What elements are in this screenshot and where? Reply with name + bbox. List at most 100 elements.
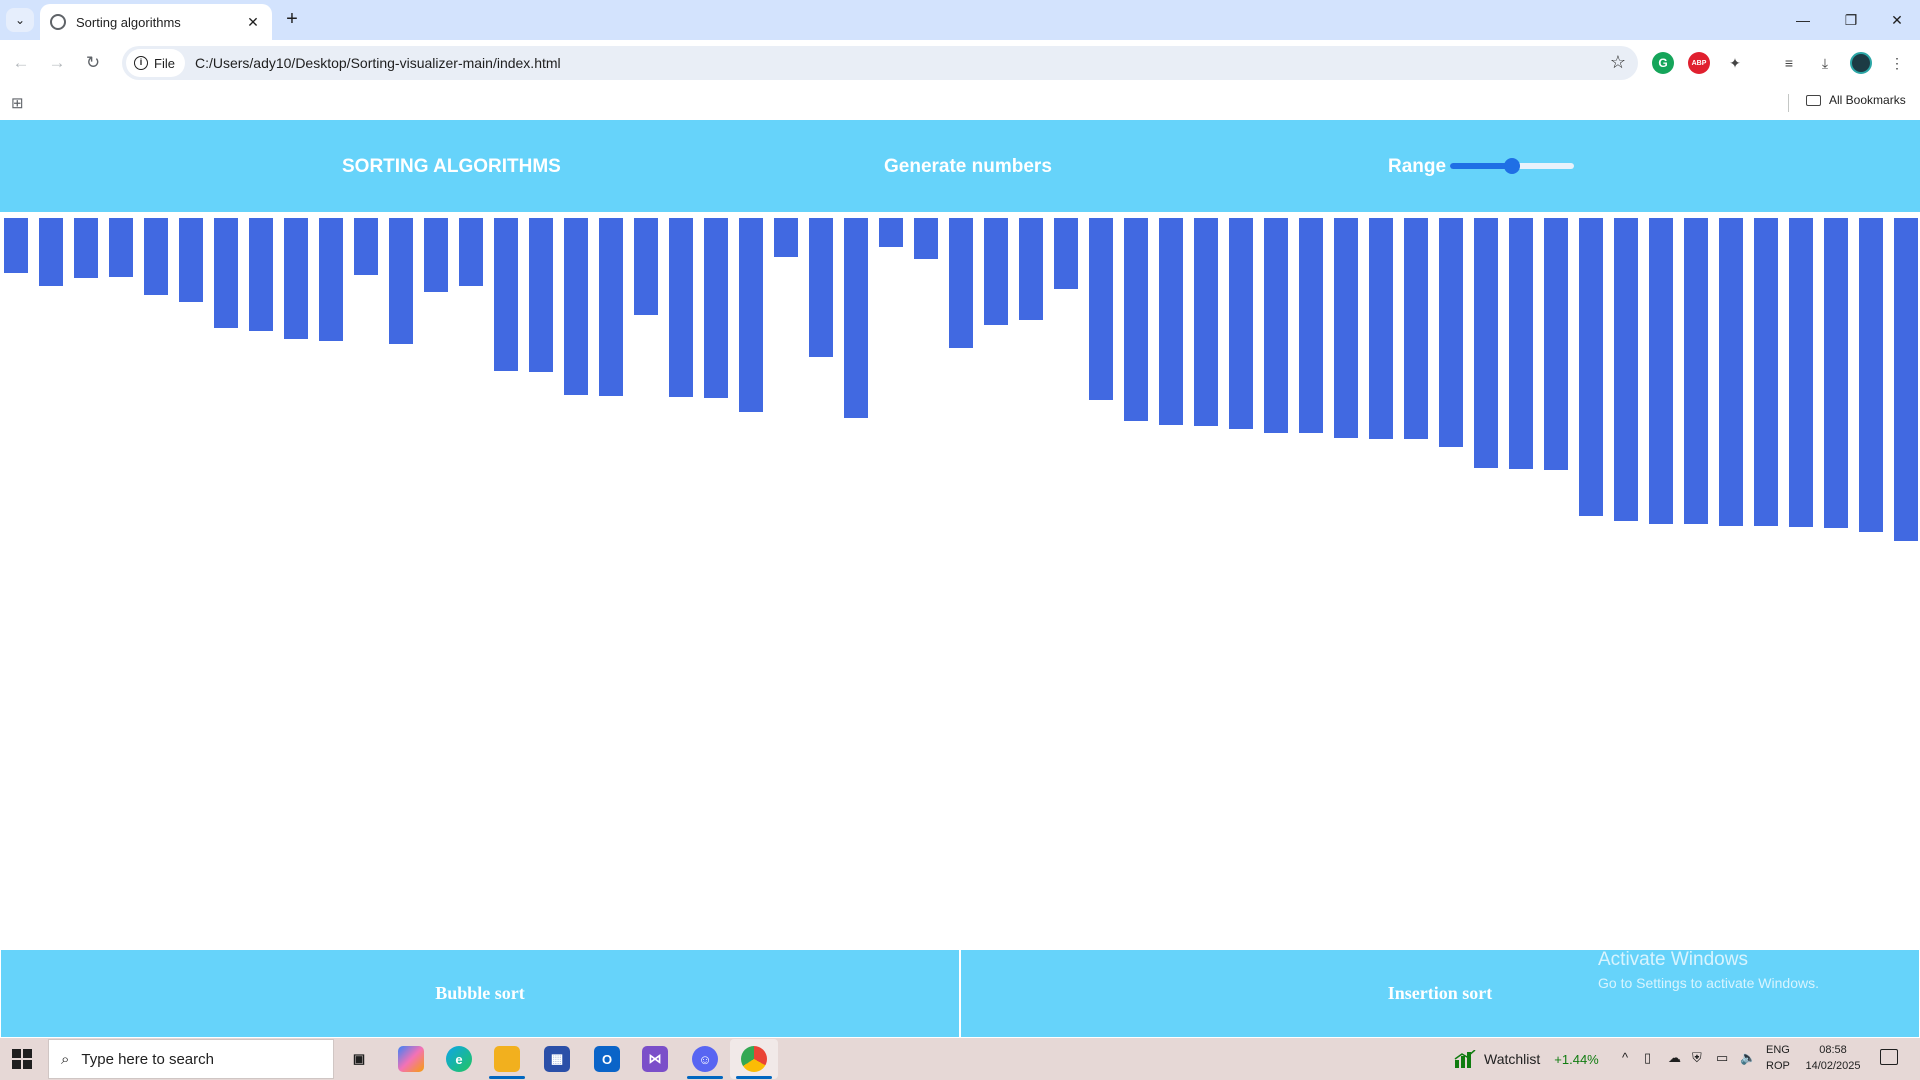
array-bar (1439, 218, 1463, 447)
visual-studio-icon[interactable]: ⋈ (642, 1046, 668, 1072)
array-bar (1299, 218, 1323, 433)
discord-icon[interactable]: ☺ (692, 1046, 718, 1072)
url-text[interactable]: C:/Users/ady10/Desktop/Sorting-visualize… (195, 55, 561, 71)
array-bar (949, 218, 973, 348)
tab-close-icon[interactable]: ✕ (244, 14, 262, 31)
bookmark-star-icon[interactable]: ☆ (1610, 52, 1626, 73)
file-explorer-icon[interactable] (494, 1046, 520, 1072)
array-bar (1124, 218, 1148, 421)
array-bar (1859, 218, 1883, 532)
file-explorer-running-indicator (489, 1076, 525, 1079)
menu-kebab-icon[interactable]: ⋮ (1886, 52, 1908, 74)
array-bar (354, 218, 378, 275)
array-bar (1019, 218, 1043, 320)
show-hidden-icons-chevron-icon[interactable]: ^ (1622, 1050, 1628, 1065)
folder-icon (1806, 94, 1821, 106)
bookmarks-bar: ⊞ All Bookmarks (0, 86, 1920, 120)
grammarly-extension-icon[interactable]: G (1652, 52, 1674, 74)
activate-windows-watermark: Activate Windows Go to Settings to activ… (1598, 949, 1819, 991)
range-slider-thumb[interactable] (1504, 158, 1520, 174)
array-bar (1719, 218, 1743, 526)
array-bar (249, 218, 273, 331)
array-bar (1264, 218, 1288, 433)
globe-icon (50, 14, 66, 30)
array-bar (389, 218, 413, 344)
range-slider[interactable] (1450, 158, 1574, 174)
extensions-puzzle-icon[interactable]: ✦ (1724, 52, 1746, 74)
array-bar (1789, 218, 1813, 527)
array-bar (1579, 218, 1603, 516)
array-bar (1614, 218, 1638, 521)
tray-onedrive-icon[interactable]: ☁ (1668, 1050, 1681, 1066)
array-bar (1159, 218, 1183, 425)
profile-avatar[interactable] (1850, 52, 1872, 74)
search-icon: ⌕ (61, 1050, 70, 1068)
array-bar (599, 218, 623, 396)
close-window-button[interactable]: ✕ (1874, 0, 1920, 40)
array-bar (1474, 218, 1498, 468)
array-bar (284, 218, 308, 339)
tray-volume-icon[interactable]: 🔈 (1740, 1050, 1756, 1066)
tab-sorting-algorithms[interactable]: Sorting algorithms ✕ (40, 4, 272, 40)
all-bookmarks-button[interactable]: All Bookmarks (1806, 93, 1906, 107)
reload-icon[interactable]: ↻ (80, 50, 106, 76)
info-icon: i (134, 56, 148, 70)
array-bar (1824, 218, 1848, 528)
notification-center-icon[interactable] (1880, 1049, 1898, 1065)
site-info-chip[interactable]: i File (126, 49, 185, 77)
clock-date: 14/02/2025 (1805, 1060, 1861, 1072)
array-bar (564, 218, 588, 395)
back-arrow-icon[interactable]: ← (8, 50, 34, 76)
activate-windows-subtitle: Go to Settings to activate Windows. (1598, 975, 1819, 991)
tab-title: Sorting algorithms (76, 14, 181, 30)
bars-container (4, 218, 1920, 658)
array-bar (109, 218, 133, 277)
array-bar (739, 218, 763, 412)
address-bar[interactable]: i File C:/Users/ady10/Desktop/Sorting-vi… (122, 46, 1638, 80)
input-language-indicator[interactable]: ENG ROP (1766, 1042, 1790, 1074)
range-slider-fill (1450, 163, 1512, 169)
tab-search-chevron-icon[interactable]: ⌄ (6, 8, 34, 32)
array-bar (1544, 218, 1568, 470)
array-bar (1404, 218, 1428, 439)
adblock-extension-icon[interactable]: ABP (1688, 52, 1710, 74)
outlook-icon[interactable]: O (594, 1046, 620, 1072)
taskbar-search-box[interactable]: ⌕ Type here to search (48, 1039, 334, 1079)
array-bar (214, 218, 238, 328)
apps-grid-icon[interactable]: ⊞ (11, 94, 24, 112)
restore-button[interactable]: ❐ (1828, 0, 1874, 40)
array-bar (494, 218, 518, 371)
taskbar-clock[interactable]: 08:58 14/02/2025 (1802, 1042, 1864, 1074)
sorting-visualizer-page: SORTING ALGORITHMS Generate numbers Rang… (0, 120, 1920, 1038)
edge-icon[interactable]: e (446, 1046, 472, 1072)
bubble-sort-button[interactable]: Bubble sort (0, 949, 960, 1038)
browser-tabstrip: ⌄ Sorting algorithms ✕ + — ❐ ✕ (0, 0, 1920, 40)
task-view-icon[interactable]: ▣ (346, 1046, 372, 1072)
copilot-icon[interactable] (398, 1046, 424, 1072)
minimize-button[interactable]: — (1780, 0, 1826, 40)
watchlist-widget[interactable]: Watchlist +1.44% (1454, 1050, 1599, 1068)
array-bar (179, 218, 203, 302)
tray-security-icon[interactable]: ⛨ (1692, 1050, 1702, 1066)
array-bar (39, 218, 63, 286)
file-label: File (154, 55, 175, 71)
array-bar (844, 218, 868, 418)
array-bar (984, 218, 1008, 325)
array-bar (1509, 218, 1533, 469)
media-control-icon[interactable]: ≡ (1778, 52, 1800, 74)
array-bar (879, 218, 903, 247)
array-bar (774, 218, 798, 257)
tray-network-icon[interactable]: ▭ (1716, 1050, 1728, 1066)
new-tab-button[interactable]: + (280, 8, 304, 32)
array-bar (1089, 218, 1113, 400)
array-bar (74, 218, 98, 278)
download-icon[interactable]: ⤓ (1814, 52, 1836, 74)
store-icon[interactable]: ▦ (544, 1046, 570, 1072)
array-bar (459, 218, 483, 286)
generate-numbers-button[interactable]: Generate numbers (884, 156, 1052, 178)
forward-arrow-icon[interactable]: → (44, 50, 70, 76)
windows-start-icon[interactable] (12, 1049, 32, 1069)
chrome-icon[interactable] (741, 1046, 767, 1072)
tray-device-icon[interactable]: ▯ (1644, 1050, 1651, 1066)
range-label: Range (1388, 156, 1447, 177)
